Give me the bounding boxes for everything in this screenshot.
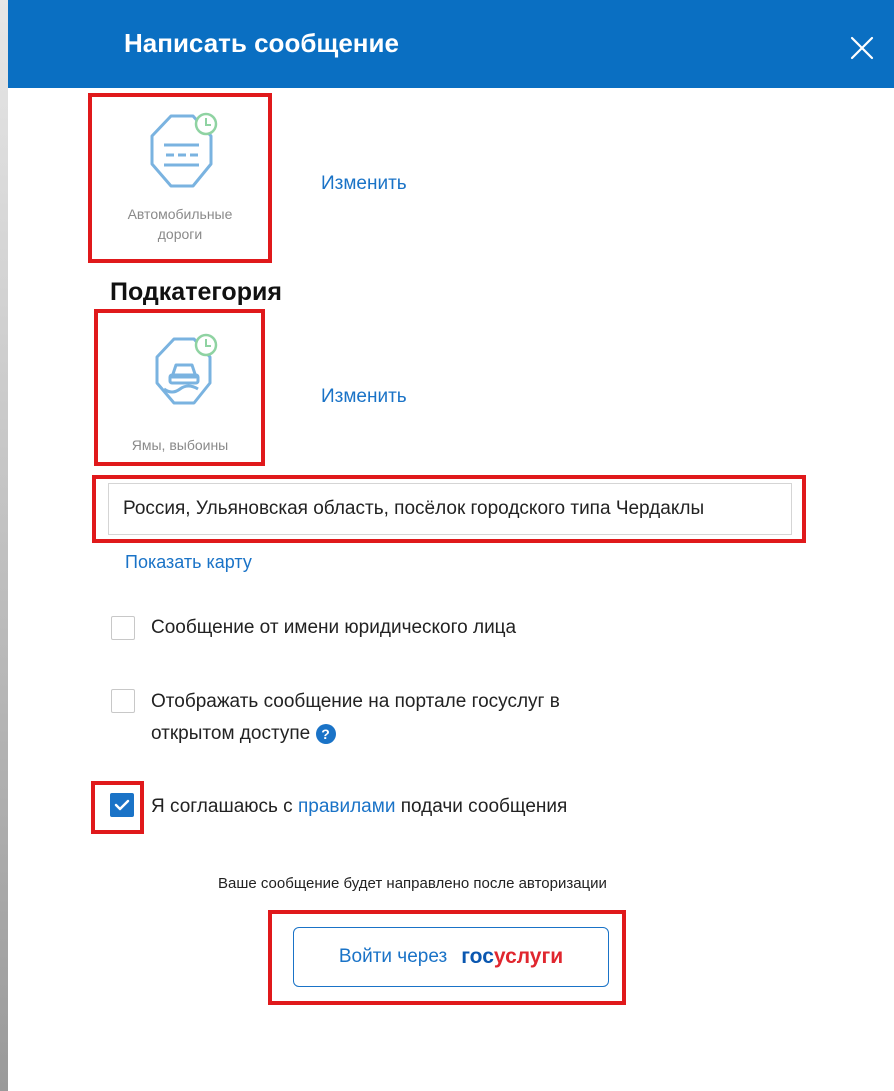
close-icon[interactable] xyxy=(844,30,880,66)
legal-entity-checkbox[interactable] xyxy=(111,616,135,640)
show-map-link[interactable]: Показать карту xyxy=(125,552,252,573)
subcategory-card[interactable]: Ямы, выбоины xyxy=(100,331,260,461)
rules-link[interactable]: правилами xyxy=(298,796,395,817)
question-icon[interactable]: ? xyxy=(315,723,336,744)
agree-suffix: подачи сообщения xyxy=(400,796,568,817)
pothole-car-icon xyxy=(155,333,218,405)
public-access-line1: Отображать сообщение на портале госуслуг… xyxy=(151,691,560,712)
category-label: Автомобильные дороги xyxy=(127,206,233,242)
address-field[interactable] xyxy=(108,483,792,535)
auth-note: Ваше сообщение будет направлено после ав… xyxy=(218,875,607,892)
change-subcategory-link[interactable]: Изменить xyxy=(321,386,407,408)
page-left-shadow xyxy=(0,0,8,1091)
gosuslugi-logo: госуслуги xyxy=(461,945,564,968)
dialog-header: Написать сообщение xyxy=(8,0,894,88)
subcategory-label: Ямы, выбоины xyxy=(131,437,229,453)
public-access-label: Отображать сообщение на портале госуслуг… xyxy=(151,686,671,750)
checkmark-icon xyxy=(114,799,130,811)
category-card[interactable]: Автомобильные дороги xyxy=(96,108,264,258)
public-access-line2: открытом доступе xyxy=(151,723,311,744)
agree-checkbox[interactable] xyxy=(110,793,134,817)
login-gosuslugi-button[interactable]: Войти через госуслуги xyxy=(293,927,609,987)
agree-prefix: Я соглашаюсь с xyxy=(151,796,293,817)
subcategory-title: Подкатегория xyxy=(110,278,282,306)
login-button-label: Войти через xyxy=(338,946,448,967)
agree-label: Я соглашаюсь с правилами подачи сообщени… xyxy=(151,791,567,823)
change-category-link[interactable]: Изменить xyxy=(321,173,407,195)
public-access-checkbox[interactable] xyxy=(111,689,135,713)
legal-entity-label: Сообщение от имени юридического лица xyxy=(151,617,517,638)
address-input[interactable] xyxy=(121,497,779,521)
dialog-title: Написать сообщение xyxy=(124,28,399,58)
road-icon xyxy=(150,112,218,188)
